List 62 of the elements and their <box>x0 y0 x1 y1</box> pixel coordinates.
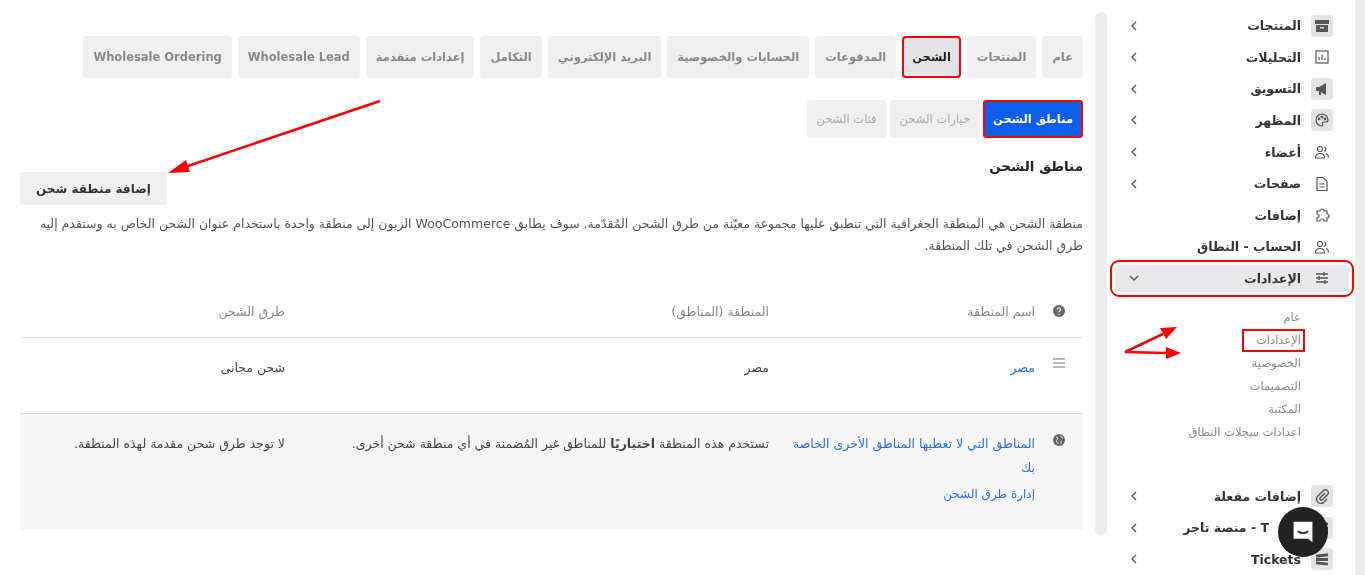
scrollbar[interactable] <box>1355 0 1365 575</box>
column-header: طرق الشحن <box>217 303 285 319</box>
submenu-item[interactable]: اعدادات سجلات النطاق <box>1178 421 1301 445</box>
settings-tab[interactable]: الحسابات والخصوصية <box>667 36 810 78</box>
sidebar-item[interactable]: أعضاء <box>1115 136 1349 168</box>
section-title: مناطق الشحن <box>989 158 1083 174</box>
sidebar-item[interactable]: التسويق <box>1115 73 1349 105</box>
chart-icon <box>1314 49 1330 66</box>
section-description: منطقة الشحن هي المنطقة الجغرافية التي تنطبق عليها مجموعة معيّنة من طرق الشحن المُقدّمة. سوف يطابق WooCommerce الزبون إلى منطقة واحدة باستخدام عنوان الشحن الخاص به وستقدم إليه طرق الشحن في تلك المنطقة. <box>38 215 1083 256</box>
table-cell-text: مصر <box>743 359 769 378</box>
column-header: اسم المنطقة <box>966 303 1035 319</box>
sidebar-item[interactable]: التحليلات <box>1115 41 1349 74</box>
tickets-icon <box>1314 551 1330 568</box>
column-header: المنطقة (المناطق) <box>670 303 769 319</box>
zone-description: تستخدم هذه المنطقة اختياريًا للمناطق غير المُضمنة في أي منطقة شحن أخرى. <box>350 434 769 454</box>
section-tab[interactable]: مناطق الشحن <box>983 100 1083 138</box>
add-zone-button[interactable]: إضافة منطقة شحن <box>20 172 167 205</box>
submenu-item[interactable]: الخصوصية <box>1241 352 1301 376</box>
table-cell-text: شحن مجانى <box>219 359 285 378</box>
table-cell-text: لا توجد طرق شحن مقدمة لهذه المنطقة. <box>73 435 285 454</box>
chevron-left-icon <box>1129 20 1139 31</box>
users-icon <box>1314 238 1330 255</box>
chevron-left-icon <box>1129 83 1139 94</box>
settings-tab[interactable]: المدفوعات <box>815 36 897 78</box>
users-icon <box>1314 144 1330 161</box>
drag-handle-icon[interactable] <box>1053 358 1065 368</box>
settings-tab[interactable]: عام <box>1042 36 1083 78</box>
settings-tab[interactable]: المنتجات <box>966 36 1037 78</box>
chat-icon <box>1291 520 1315 544</box>
puzzle-icon <box>1314 207 1330 224</box>
submenu-item[interactable]: التصميمات <box>1239 375 1301 399</box>
chevron-left-icon <box>1129 491 1139 502</box>
sidebar-item[interactable]: المنتجات <box>1115 10 1349 42</box>
sidebar-item[interactable]: الحساب - النطاق <box>1115 230 1349 263</box>
chevron-left-icon <box>1129 115 1139 126</box>
submenu-item[interactable]: المكتبة <box>1258 398 1301 422</box>
sidebar-item[interactable]: المظهر <box>1115 104 1349 137</box>
sliders-icon <box>1314 270 1330 287</box>
zone-link[interactable]: المناطق التي لا تغطيها المناطق الأخرى الخاصة بك <box>783 432 1035 480</box>
submenu-item[interactable]: الإعدادات <box>1242 329 1305 353</box>
chevron-left-icon <box>1129 554 1139 565</box>
help-icon[interactable] <box>1053 305 1065 317</box>
palette-icon <box>1314 112 1330 129</box>
settings-tab[interactable]: التكامل <box>480 36 542 78</box>
clip-icon <box>1314 488 1330 505</box>
settings-tab[interactable]: إعدادات متقدمة <box>365 36 475 78</box>
zone-link[interactable]: مصر <box>1010 360 1035 375</box>
chevron-left-icon <box>1129 522 1139 533</box>
settings-tab[interactable]: البريد الإلكتروني <box>547 36 662 78</box>
settings-tab[interactable]: الشحن <box>902 36 961 78</box>
box-icon <box>1314 17 1330 34</box>
chevron-left-icon <box>1129 147 1139 158</box>
sidebar-item[interactable]: صفحات <box>1115 167 1349 200</box>
manage-methods-link[interactable]: إدارة طرق الشحن <box>943 480 1035 508</box>
settings-tab[interactable]: Wholesale Lead <box>237 36 360 78</box>
doc-icon <box>1314 175 1330 192</box>
sidebar-item[interactable]: إضافات <box>1115 199 1349 231</box>
sidebar-item[interactable]: إضافات مفعلة <box>1115 480 1349 512</box>
submenu-item[interactable]: عام <box>1273 306 1301 330</box>
chevron-left-icon <box>1129 52 1139 63</box>
settings-tab[interactable]: Wholesale Ordering <box>83 36 232 78</box>
chevron-left-icon <box>1129 178 1139 189</box>
